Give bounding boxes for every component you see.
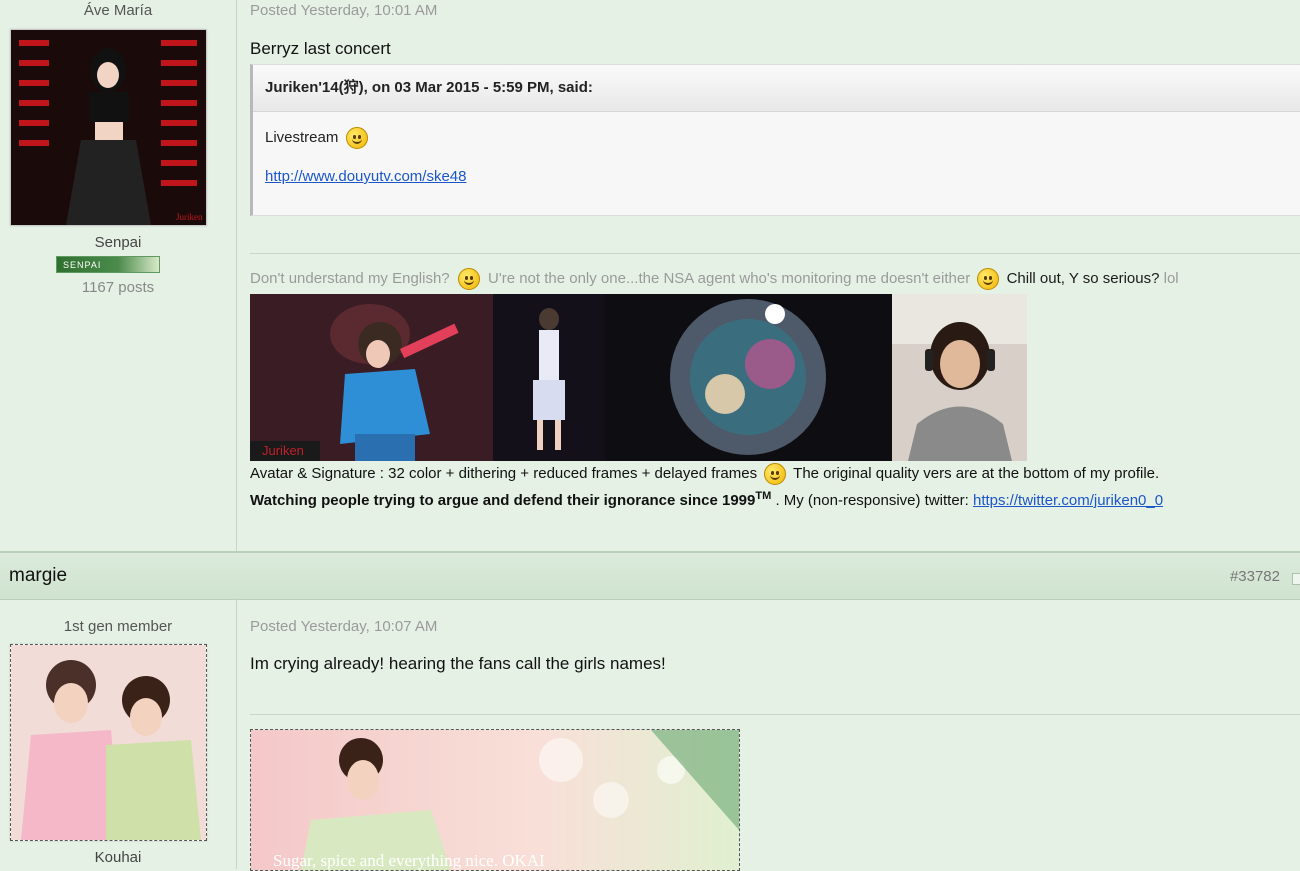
avatar-image: Juriken [11,30,206,225]
confused-smiley-icon [457,268,480,290]
signature-text: Don't understand my English? [250,269,450,287]
rank-badge: SENPAI [56,255,160,273]
signature-text: The original quality vers are at the bot… [793,464,1160,482]
avatar[interactable]: Juriken [10,29,207,226]
svg-text:Juriken: Juriken [176,212,203,222]
signature-bold-text: Watching people trying to argue and defe… [250,492,756,509]
signature-line-1: Don't understand my English? U're not th… [250,268,1179,290]
signature-banner-caption: Sugar, spice and everything nice. OKAI [273,851,545,870]
signature-divider [250,714,1300,715]
signature-image-light-sphere [605,294,892,461]
quote-block: Juriken'14(狩), on 03 Mar 2015 - 5:59 PM,… [250,64,1300,216]
post-author-name[interactable]: margie [9,565,67,587]
rolleyes-smiley-icon [977,268,1000,290]
twitter-link[interactable]: https://twitter.com/juriken0_0 [973,492,1163,509]
signature-line-3: Watching people trying to argue and defe… [250,490,1163,509]
smile-smiley-icon [764,463,787,485]
member-rank: Kouhai [94,849,142,866]
signature-divider [250,253,1300,254]
post-date: Posted Yesterday, 10:07 AM [250,618,438,635]
quote-body: Livestream http://www.douyutv.com/ske48 [253,127,1300,185]
signature-text: . My (non-responsive) twitter: [775,492,969,509]
signature-text: U're not the only one...the NSA agent wh… [488,269,971,287]
trademark-sup: TM [755,490,772,502]
signature-text: lol [1163,269,1179,287]
signature-text: Avatar & Signature : 32 color + ditherin… [250,464,758,482]
signature-line-2: Avatar & Signature : 32 color + ditherin… [250,463,1159,485]
post-header-bar: margie #33782 [0,551,1300,600]
laughing-smiley-icon [345,127,368,149]
rank-badge-label: SENPAI [56,256,160,273]
author-panel: 1st gen member Kouhai [0,598,237,869]
signature-image-performer: Juriken [250,294,493,461]
post-body-text: Im crying already! hearing the fans call… [250,654,666,673]
post-date: Posted Yesterday, 10:01 AM [250,2,438,19]
author-panel: Áve María Juriken Senpai SENPAI 1167 pos… [0,0,237,551]
signature-banner-image: Sugar, spice and everything nice. OKAI [250,729,740,871]
avatar-image [11,645,206,840]
signature-text: Chill out, Y so serious? [1006,269,1160,287]
member-rank: Senpai [94,234,142,251]
quote-text: Livestream [265,128,339,146]
member-group-title: Áve María [83,2,153,19]
member-group-title: 1st gen member [63,618,173,635]
quote-link[interactable]: http://www.douyutv.com/ske48 [265,168,466,185]
post-body-text: Berryz last concert [250,39,391,58]
post-2: 1st gen member Kouhai Posted Yesterday, … [0,598,1300,871]
quote-citation: Juriken'14(狩), on 03 Mar 2015 - 5:59 PM,… [253,65,1300,112]
post-count: 1167 posts [81,279,155,296]
select-post-checkbox[interactable] [1292,573,1300,585]
signature-image-caption: Juriken [262,443,304,458]
post-1: Áve María Juriken Senpai SENPAI 1167 pos… [0,0,1300,551]
avatar[interactable] [10,644,207,841]
signature-image-radio-host [892,294,1027,461]
signature-image-dancer [493,294,605,461]
post-number-link[interactable]: #33782 [1230,568,1280,585]
